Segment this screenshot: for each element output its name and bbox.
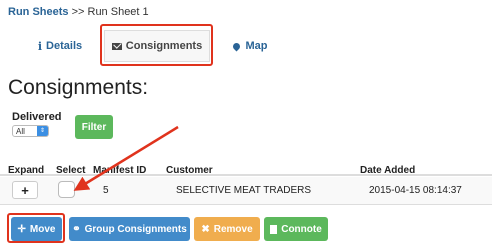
- filter-button[interactable]: Filter: [75, 115, 113, 139]
- column-header-expand: Expand: [8, 165, 45, 176]
- connote-button[interactable]: Connote: [264, 217, 328, 241]
- breadcrumb-current: Run Sheet 1: [87, 6, 149, 18]
- tab-details[interactable]: i Details: [18, 30, 102, 62]
- map-marker-icon: [231, 41, 241, 51]
- document-icon: [270, 224, 278, 234]
- select-row-checkbox[interactable]: [58, 181, 75, 198]
- column-header-manifest-id: Manifest ID: [93, 165, 147, 176]
- link-icon: ⚭: [72, 223, 81, 235]
- delivered-filter-label: Delivered: [12, 111, 62, 123]
- annotation-highlight-tab: [100, 24, 213, 66]
- breadcrumb-link-run-sheets[interactable]: Run Sheets: [8, 6, 69, 18]
- cell-manifest-id: 5: [103, 185, 109, 196]
- group-consignments-button[interactable]: ⚭ Group Consignments: [69, 217, 190, 241]
- table-header: Expand Select Manifest ID Customer Date …: [0, 162, 492, 176]
- tab-details-label: Details: [46, 40, 83, 52]
- tab-map[interactable]: Map: [210, 30, 290, 62]
- page-title: Consignments:: [8, 76, 149, 99]
- remove-button-label: Remove: [213, 223, 253, 235]
- breadcrumb-separator: >>: [71, 6, 85, 18]
- remove-button[interactable]: ✖ Remove: [194, 217, 260, 241]
- cell-date-added: 2015-04-15 08:14:37: [369, 185, 462, 196]
- breadcrumb: Run Sheets >> Run Sheet 1: [8, 6, 149, 18]
- expand-row-button[interactable]: +: [12, 181, 38, 199]
- column-header-date-added: Date Added: [360, 165, 416, 176]
- select-arrows-icon: ⇕: [37, 126, 48, 136]
- delivered-select-value: All: [16, 126, 25, 136]
- cell-customer: SELECTIVE MEAT TRADERS: [176, 185, 312, 196]
- info-icon: i: [37, 39, 43, 53]
- tab-map-label: Map: [245, 40, 268, 52]
- group-consignments-label: Group Consignments: [84, 223, 187, 235]
- delivered-select[interactable]: All ⇕: [12, 125, 49, 137]
- connote-button-label: Connote: [281, 223, 322, 235]
- column-header-customer: Customer: [166, 165, 213, 176]
- annotation-highlight-move: [7, 213, 65, 243]
- tab-bar: i Details Consignments Map: [0, 30, 492, 64]
- remove-icon: ✖: [201, 223, 210, 235]
- column-header-select: Select: [56, 165, 86, 176]
- table-row: + 5 SELECTIVE MEAT TRADERS 2015-04-15 08…: [0, 177, 492, 205]
